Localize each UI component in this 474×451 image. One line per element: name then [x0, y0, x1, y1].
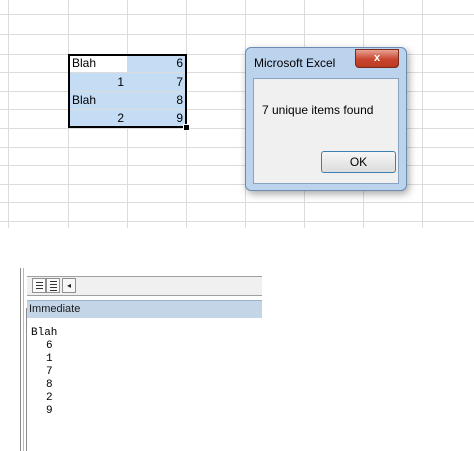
dialog-body: 7 unique items found OK: [253, 78, 399, 184]
dialog-title: Microsoft Excel: [254, 56, 336, 70]
output-line: 8: [46, 379, 53, 391]
output-line: 1: [46, 353, 53, 365]
fill-handle[interactable]: [183, 124, 190, 131]
output-line: 6: [46, 340, 53, 352]
selection-border: [68, 54, 187, 128]
grid-line: [0, 14, 474, 15]
window-border: [20, 268, 21, 451]
output-line: Blah: [31, 327, 58, 339]
message-dialog: Microsoft Excel x 7 unique items found O…: [245, 47, 407, 191]
code-window-bottom-bar: ◂: [27, 276, 262, 296]
close-button[interactable]: x: [355, 49, 399, 68]
output-line: 2: [46, 392, 53, 404]
close-icon: x: [373, 52, 381, 64]
window-border: [23, 268, 24, 451]
immediate-window-output[interactable]: Blah 6 1 7 8 2 9: [27, 320, 262, 451]
grid-line: [0, 34, 474, 35]
vba-editor: ◂ Immediate Blah 6 1 7 8 2 9: [0, 268, 474, 451]
scroll-left-button[interactable]: ◂: [62, 278, 76, 293]
grid-line: [0, 202, 474, 203]
ok-button[interactable]: OK: [321, 151, 396, 173]
arrow-left-icon: ◂: [66, 281, 71, 290]
full-module-view-button[interactable]: [46, 278, 60, 293]
output-line: 7: [46, 366, 53, 378]
output-line: 9: [46, 405, 53, 417]
grid-line: [0, 221, 474, 222]
procedure-view-button[interactable]: [32, 278, 46, 293]
immediate-window-title[interactable]: Immediate: [27, 300, 262, 318]
dialog-message: 7 unique items found: [262, 103, 374, 117]
